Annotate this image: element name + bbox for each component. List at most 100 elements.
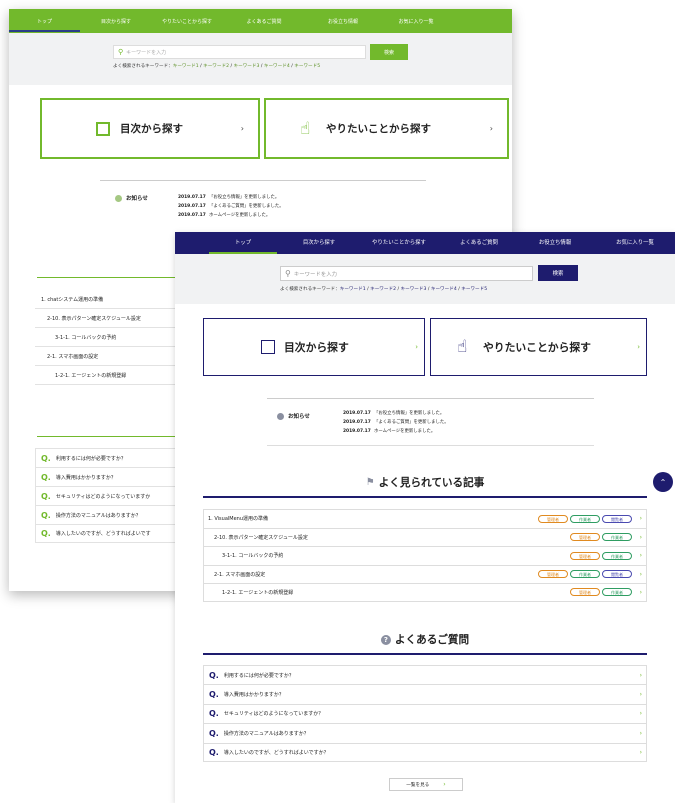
article-row[interactable]: 2-1. スマホ画面の設定 [35,347,185,366]
search-icon: ⚲ [118,48,124,56]
news-text: 「よくあるご質問」を更新しました。 [209,204,284,209]
nav-item-favorites[interactable]: お気に入り一覧 [595,232,675,254]
faq-row[interactable]: Q. 導入したいのですが、どうすればよいですか？ › [203,742,647,762]
news-row[interactable]: 2019.07.17 ホームページを更新しました。 [178,211,284,220]
toc-search-button[interactable]: 目次から探す › [203,318,425,376]
pointer-hand-icon: ☝ [300,118,311,139]
faq-row[interactable]: Q. 利用するには何が必要ですか？ › [203,665,647,685]
article-row[interactable]: 1. VisualMenu運用の準備 管理者 作業者 閲覧者 › [203,509,647,528]
keyword-link[interactable]: キーワード4 [431,287,457,292]
q-icon: Q. [209,670,219,680]
main-nav: トップ 目次から探す やりたいことから探す よくあるご質問 お役立ち情報 お気に… [9,9,512,33]
nav-item-tasks[interactable]: やりたいことから探す [152,18,222,25]
news-row[interactable]: 2019.07.17 「よくあるご質問」を更新しました。 [343,418,449,427]
keyword-link[interactable]: キーワード1 [173,64,199,69]
search-button[interactable]: 検索 [538,265,578,281]
nav-item-tips[interactable]: お役立ち情報 [306,18,380,25]
q-icon: Q. [41,472,51,482]
article-row[interactable]: 2-10. 表示パターン確定スケジュール設定 管理者 作業者 › [203,527,647,546]
info-dot-icon [115,194,122,202]
chevron-right-icon: › [639,552,642,560]
chevron-right-icon: › [639,570,642,578]
role-badge-admin: 管理者 [570,588,600,597]
faq-row[interactable]: Q. 操作方法のマニュアルはありますか？ › [203,723,647,743]
toc-search-button[interactable]: 目次から探す › [40,98,260,159]
search-button[interactable]: 検索 [370,44,408,60]
faq-row[interactable]: Q. 導入費用はかかりますか？ › [203,684,647,704]
faq-title: よくあるご質問 [394,634,470,646]
faq-row[interactable]: Q. 導入したいのですが、どうすればよいです [35,524,185,543]
role-badge-viewer: 閲覧者 [602,570,632,579]
article-row[interactable]: 1. chatシステム運用の準備 [35,290,185,309]
q-icon: Q. [41,529,51,538]
nav-item-faq[interactable]: よくあるご質問 [443,232,515,254]
role-badge-admin: 管理者 [570,533,600,542]
nav-item-faq[interactable]: よくあるご質問 [222,18,306,25]
list-icon [96,121,110,136]
chevron-right-icon: › [443,781,446,788]
article-row[interactable]: 1-2-1. エージェントの新規登録 管理者 作業者 › [203,583,647,602]
chevron-up-icon: ⌃ [659,477,667,487]
task-search-label: やりたいことから探す [483,341,591,354]
role-badge-worker: 作業者 [570,570,600,579]
keyword-link[interactable]: キーワード4 [264,64,290,69]
q-icon: Q. [41,491,51,501]
toc-search-label: 目次から探す [284,341,349,354]
article-row[interactable]: 3-1-1. コールバックの予約 管理者 作業者 › [203,546,647,565]
faq-question: 導入費用はかかりますか？ [55,474,116,481]
news-row[interactable]: 2019.07.17 「よくあるご質問」を更新しました。 [178,202,284,211]
faq-row[interactable]: Q. セキュリティはどのようになっていますか？ › [203,703,647,724]
keyword-link[interactable]: キーワード2 [203,64,229,69]
chevron-right-icon: › [639,691,642,699]
nav-item-tasks[interactable]: やりたいことから探す [355,232,443,254]
keyword-link[interactable]: キーワード5 [461,287,487,292]
article-title: 2-10. 表示パターン確定スケジュール設定 [214,534,308,541]
search-input[interactable]: ⚲ キーワードを入力 [113,45,366,59]
article-title: 1. VisualMenu運用の準備 [208,516,269,523]
news-date: 2019.07.17 [178,195,206,200]
faq-list: Q. 利用するには何が必要ですか？ › Q. 導入費用はかかりますか？ › Q. セキュリ… [203,665,647,762]
role-badges: 管理者 作業者 [570,551,632,560]
article-row[interactable]: 2-10. 表示パターン確定スケジュール設定 [35,309,185,328]
news-text: 「よくあるご質問」を更新しました。 [374,420,449,425]
keyword-link[interactable]: キーワード5 [294,64,320,69]
task-search-button[interactable]: ☝ やりたいことから探す › [264,98,509,159]
news-title-text: お知らせ [288,414,310,420]
faq-row[interactable]: Q. 操作方法のマニュアルはありますか？ [35,505,185,524]
nav-item-toc[interactable]: 目次から探す [283,232,355,254]
keyword-link[interactable]: キーワード1 [340,287,366,292]
q-icon: Q. [209,690,219,700]
view-all-button[interactable]: 一覧を見る › [389,778,463,791]
role-badge-admin: 管理者 [570,551,600,560]
faq-row[interactable]: Q. 導入費用はかかりますか？ [35,467,185,486]
q-icon: Q. [41,453,51,463]
chevron-right-icon: › [240,124,244,133]
article-row[interactable]: 1-2-1. エージェントの新規登録 [35,366,185,385]
faq-row[interactable]: Q. 利用するには何が必要ですか？ [35,448,185,467]
nav-item-tips[interactable]: お役立ち情報 [515,232,595,254]
task-search-button[interactable]: ☝ やりたいことから探す › [430,318,647,376]
role-badges: 管理者 作業者 [570,533,632,542]
keyword-link[interactable]: キーワード3 [233,64,259,69]
popular-articles-title: よく見られている記事 [378,477,485,489]
news-row[interactable]: 2019.07.17 ホームページを更新しました。 [343,427,449,436]
news-row[interactable]: 2019.07.17 「お役立ち情報」を更新しました。 [178,193,284,202]
section-divider [203,496,647,498]
info-dot-icon [277,412,284,420]
article-row[interactable]: 2-1. スマホ画面の設定 管理者 作業者 閲覧者 › [203,564,647,583]
nav-item-top[interactable]: トップ [9,18,80,32]
role-badge-admin: 管理者 [538,570,568,579]
search-area: ⚲ キーワードを入力 検索 よく検索されるキーワード：キーワード1 / キーワー… [175,254,675,304]
scroll-to-top-button[interactable]: ⌃ [653,472,673,492]
nav-item-favorites[interactable]: お気に入り一覧 [380,18,452,25]
role-badge-worker: 作業者 [602,588,632,597]
keyword-link[interactable]: キーワード2 [370,287,396,292]
news-row[interactable]: 2019.07.17 「お役立ち情報」を更新しました。 [343,409,449,418]
search-input[interactable]: ⚲ キーワードを入力 [280,266,533,281]
toc-search-label: 目次から探す [120,123,183,135]
faq-row[interactable]: Q. セキュリティはどのようになっていますか [35,486,185,505]
nav-item-toc[interactable]: 目次から探す [80,18,152,25]
keyword-link[interactable]: キーワード3 [400,287,426,292]
nav-item-top[interactable]: トップ [203,232,283,254]
article-row[interactable]: 3-1-1. コールバックの予約 [35,328,185,347]
